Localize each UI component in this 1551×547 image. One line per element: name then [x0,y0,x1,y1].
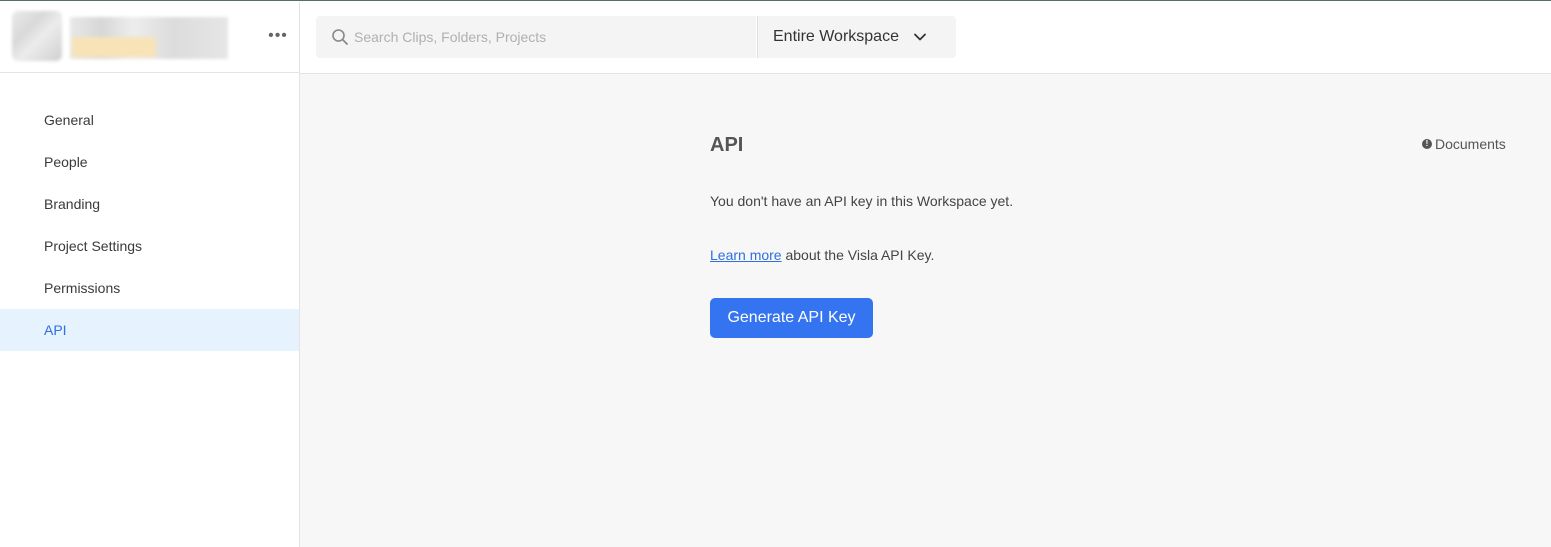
sidebar-item-project-settings[interactable]: Project Settings [0,225,299,267]
learn-more-suffix: about the Visla API Key. [781,247,935,263]
generate-api-key-button[interactable]: Generate API Key [710,298,873,338]
sidebar-item-people[interactable]: People [0,141,299,183]
sidebar-item-api[interactable]: API [0,309,299,351]
scope-dropdown[interactable]: Entire Workspace [757,16,956,58]
scope-dropdown-label: Entire Workspace [773,28,899,45]
search-input[interactable] [354,29,734,45]
sidebar-item-general[interactable]: General [0,99,299,141]
api-settings-panel: API ! Documents You don't have an API ke… [300,74,1551,547]
sidebar-item-permissions[interactable]: Permissions [0,267,299,309]
search-icon [330,27,350,47]
topbar: Entire Workspace [300,2,1551,74]
more-options-button[interactable]: ••• [267,26,289,46]
info-icon: ! [1422,139,1432,149]
no-api-key-message: You don't have an API key in this Worksp… [710,193,1014,209]
workspace-avatar[interactable] [12,11,62,61]
search-bar[interactable] [316,16,756,58]
sidebar-item-branding[interactable]: Branding [0,183,299,225]
workspace-header[interactable]: ••• [0,2,299,73]
sidebar: ••• General People Branding Project Sett… [0,2,300,547]
learn-more-link[interactable]: Learn more [710,247,782,263]
page-title: API [710,134,744,156]
workspace-name-redacted [70,17,228,59]
chevron-down-icon [913,30,927,44]
learn-more-line: Learn more about the Visla API Key. [710,247,934,263]
app-window: ••• General People Branding Project Sett… [0,0,1551,547]
documents-link[interactable]: ! Documents [1422,136,1506,152]
documents-label: Documents [1435,136,1506,152]
settings-nav: General People Branding Project Settings… [0,99,299,351]
